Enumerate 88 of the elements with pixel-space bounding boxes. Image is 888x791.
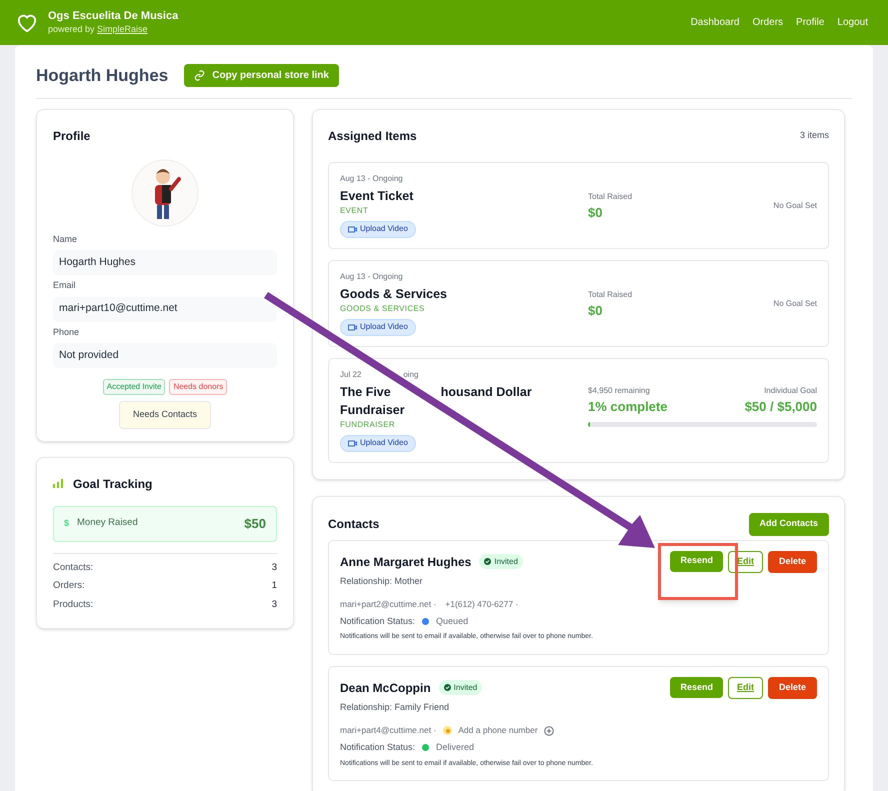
stat-value: 3 <box>272 598 277 612</box>
dollar-icon: $ <box>64 516 70 530</box>
item-date: Aug 13 - Ongoing <box>340 270 404 282</box>
video-camera-icon <box>348 324 357 330</box>
powered-by-text: powered by <box>48 24 95 34</box>
nav-link[interactable]: Logout <box>837 15 868 30</box>
item-name: housand Dollar <box>440 384 532 400</box>
invited-badge: Invited <box>479 554 523 569</box>
contact-email: mari+part4@cuttime.net · <box>340 724 436 737</box>
contact-phone: +1(612) 470-6277 · <box>445 598 518 611</box>
video-camera-icon <box>348 226 357 232</box>
heart-icon <box>16 12 38 32</box>
stat-value: 3 <box>272 560 277 575</box>
item-type: EVENT <box>340 204 370 216</box>
status-badge: Accepted Invite <box>102 379 166 395</box>
money-raised-value: $50 <box>244 514 266 533</box>
check-circle-icon <box>444 684 451 692</box>
field-value: Hogarth Hughes <box>53 250 277 275</box>
notification-status: Delivered <box>436 741 474 754</box>
avatar <box>131 158 199 226</box>
contact-name: Anne Margaret Hughes <box>340 554 472 570</box>
stat-label: Contacts: <box>53 560 94 575</box>
page-title: Hogarth Hughes <box>36 65 168 87</box>
video-camera-icon <box>348 440 357 446</box>
upload-video-button[interactable]: Upload Video <box>340 318 416 336</box>
notification-label: Notification Status: <box>340 614 416 628</box>
goal-amount: $50 / $5,000 <box>744 398 817 416</box>
nav-link[interactable]: Profile <box>796 15 824 30</box>
goal-text: No Goal Set <box>773 298 817 310</box>
field-label: Phone <box>53 326 80 338</box>
card-title: Contacts <box>328 516 380 533</box>
relationship-text: Relationship: Mother <box>340 574 424 588</box>
item-name: Goods & Services <box>340 286 448 302</box>
upload-video-button[interactable]: Upload Video <box>340 434 416 452</box>
goal-label: Individual Goal <box>764 384 817 396</box>
resend-button[interactable]: Resend <box>670 550 723 572</box>
copy-link-button[interactable]: Copy personal store link <box>184 64 339 88</box>
item-date: Aug 13 - Ongoing <box>340 172 404 184</box>
card-title: Goal Tracking <box>73 476 152 492</box>
contact-email: mari+part2@cuttime.net · <box>340 598 436 611</box>
stat-label: Products: <box>53 598 94 612</box>
item-date: oing <box>403 368 418 380</box>
contact-name: Dean McCoppin <box>340 680 431 697</box>
delete-button[interactable]: Delete <box>768 676 817 699</box>
notification-status: Queued <box>436 614 468 628</box>
item-name: Fundraiser <box>340 402 406 418</box>
raised-value: $0 <box>588 302 604 320</box>
item-type: GOODS & SERVICES <box>340 302 426 314</box>
nav-link[interactable]: Dashboard <box>690 15 740 30</box>
org-name: Ogs Escuelita De Musica <box>48 10 178 24</box>
stat-label: Orders: <box>53 579 85 594</box>
item-date: Jul 22 <box>340 368 362 380</box>
card-title: Profile <box>53 128 92 144</box>
field-value: mari+part10@cuttime.net <box>53 296 277 322</box>
needs-contacts-badge: Needs Contacts <box>118 401 212 428</box>
relationship-text: Relationship: Family Friend <box>340 700 450 714</box>
powered-by-link[interactable]: SimpleRaise <box>97 24 148 34</box>
goal-text: No Goal Set <box>773 200 817 212</box>
upload-video-button[interactable]: Upload Video <box>340 220 416 238</box>
edit-button[interactable]: Edit <box>728 676 763 699</box>
raised-value: $0 <box>588 204 604 222</box>
item-name: The Five <box>340 384 391 400</box>
check-circle-icon <box>484 558 492 565</box>
item-count: 3 items <box>800 128 829 142</box>
card-title: Assigned Items <box>328 128 417 144</box>
invited-badge: Invited <box>438 680 482 696</box>
raised-label: Total Raised <box>588 288 632 300</box>
field-label: Email <box>53 279 77 292</box>
field-value: Not provided <box>53 343 277 368</box>
add-phone-link[interactable]: Add a phone number <box>458 724 538 737</box>
status-badge: Needs donors <box>169 379 228 395</box>
money-raised-label: Money Raised <box>77 516 138 530</box>
warning-dot-icon <box>443 726 452 736</box>
plus-circle-icon[interactable] <box>544 726 554 736</box>
bar-chart-icon <box>53 479 63 488</box>
add-contacts-button[interactable]: Add Contacts <box>748 512 829 536</box>
field-label: Name <box>53 232 78 246</box>
delete-button[interactable]: Delete <box>768 550 817 572</box>
resend-button[interactable]: Resend <box>670 676 723 698</box>
nav-link[interactable]: Orders <box>752 15 784 30</box>
link-icon <box>194 70 206 82</box>
raised-label: Total Raised <box>588 190 632 202</box>
percent-complete: 1% complete <box>588 398 668 416</box>
notification-label: Notification Status: <box>340 741 416 754</box>
stat-value: 1 <box>272 579 277 594</box>
item-type: FUNDRAISER <box>340 418 396 430</box>
item-name: Event Ticket <box>340 188 414 204</box>
remaining-text: $4,950 remaining <box>588 384 650 396</box>
